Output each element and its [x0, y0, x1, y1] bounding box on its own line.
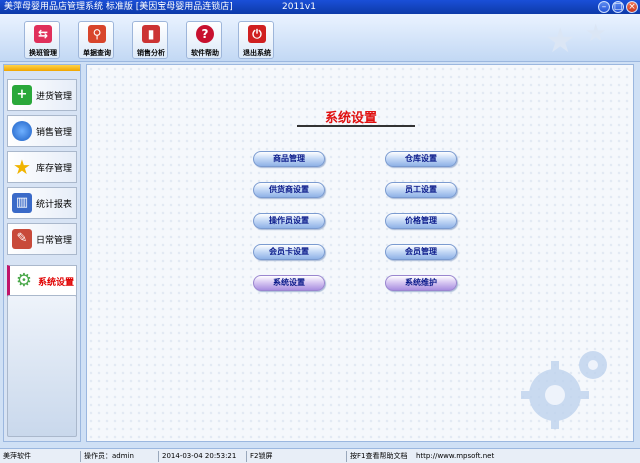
help-icon: ? — [196, 25, 214, 43]
status-bar: 美萍软件 操作员：admin 2014-03-04 20:53:21 F2锁屏 … — [0, 448, 640, 463]
toolbar-exit-button[interactable]: ⏻ 退出系统 — [238, 21, 274, 59]
sidebar-item-label: 销售管理 — [36, 128, 73, 138]
system-settings-button[interactable]: 系统设置 — [253, 275, 325, 291]
member-management-button[interactable]: 会员管理 — [385, 244, 457, 260]
toolbar-query-label: 单据查询 — [83, 49, 111, 57]
sidebar-item-label: 日常管理 — [36, 236, 73, 246]
sidebar-item-sales[interactable]: 销售管理 — [7, 115, 77, 147]
sidebar-empty-panel — [7, 295, 77, 437]
decor-star-icon: ★ — [585, 19, 607, 47]
sidebar-item-label: 统计报表 — [36, 200, 73, 210]
window-version: 2011v1 — [282, 2, 316, 12]
decor-gears-icon — [521, 351, 607, 429]
star-icon: ★ — [13, 155, 31, 179]
page-title: 系统设置 — [325, 111, 378, 126]
member-card-settings-button[interactable]: 会员卡设置 — [253, 244, 325, 260]
sidebar-item-label: 进货管理 — [36, 92, 73, 102]
status-app: 美萍软件 — [3, 452, 31, 460]
sidebar: + 进货管理 销售管理 ★ 库存管理 ▥ 统计报表 ✎ 日常管理 ⚙ 系统设置 — [3, 64, 81, 442]
gear-icon: ⚙ — [15, 270, 33, 291]
close-icon[interactable]: × — [626, 1, 638, 13]
toolbar-help-button[interactable]: ? 软件帮助 — [186, 21, 222, 59]
sidebar-item-label: 系统设置 — [38, 278, 75, 288]
power-icon: ⏻ — [248, 25, 266, 43]
sidebar-item-inventory[interactable]: ★ 库存管理 — [7, 151, 77, 183]
globe-icon — [12, 121, 32, 141]
tools-icon: ✎ — [12, 229, 32, 249]
status-lock: F2锁屏 — [250, 452, 273, 460]
operator-settings-button[interactable]: 操作员设置 — [253, 213, 325, 229]
sidebar-item-settings[interactable]: ⚙ 系统设置 — [7, 265, 77, 297]
status-help: 按F1查看帮助文档 — [350, 452, 408, 460]
product-management-button[interactable]: 商品管理 — [253, 151, 325, 167]
sidebar-item-purchase[interactable]: + 进货管理 — [7, 79, 77, 111]
status-url[interactable]: http://www.mpsoft.net — [416, 449, 494, 463]
minimize-icon[interactable]: – — [598, 1, 610, 13]
sidebar-item-reports[interactable]: ▥ 统计报表 — [7, 187, 77, 219]
sidebar-top-bar — [4, 65, 80, 71]
warehouse-settings-button[interactable]: 仓库设置 — [385, 151, 457, 167]
title-bar: 美萍母婴用品店管理系统 标准版 [美因宝母婴用品连锁店] 2011v1 – □ … — [0, 0, 640, 14]
price-management-button[interactable]: 价格管理 — [385, 213, 457, 229]
main-panel: 系统设置 商品管理 供货商设置 操作员设置 会员卡设置 系统设置 仓库设置 员工… — [86, 64, 634, 442]
toolbar: ⇆ 换班管理 ⚲ 单据查询 ▮ 销售分析 ? 软件帮助 ⏻ 退出系统 ★ ★ — [0, 14, 640, 62]
employee-settings-button[interactable]: 员工设置 — [385, 182, 457, 198]
maximize-icon[interactable]: □ — [612, 1, 624, 13]
window-title: 美萍母婴用品店管理系统 标准版 [美因宝母婴用品连锁店] — [4, 2, 233, 12]
toolbar-analysis-label: 销售分析 — [137, 49, 165, 57]
toolbar-exit-label: 退出系统 — [243, 49, 271, 57]
decor-star-icon: ★ — [545, 21, 576, 61]
toolbar-shift-button[interactable]: ⇆ 换班管理 — [24, 21, 60, 59]
toolbar-shift-label: 换班管理 — [29, 49, 57, 57]
report-icon: ▥ — [12, 193, 32, 213]
status-datetime: 2014-03-04 20:53:21 — [162, 452, 237, 460]
sidebar-item-label: 库存管理 — [36, 164, 73, 174]
toolbar-query-button[interactable]: ⚲ 单据查询 — [78, 21, 114, 59]
bar-chart-icon: ▮ — [142, 25, 160, 43]
toolbar-help-label: 软件帮助 — [191, 49, 219, 57]
status-operator: 操作员：admin — [84, 452, 134, 460]
toolbar-analysis-button[interactable]: ▮ 销售分析 — [132, 21, 168, 59]
magnifier-icon: ⚲ — [88, 25, 106, 43]
shift-handover-icon: ⇆ — [34, 25, 52, 43]
plus-icon: + — [12, 85, 32, 105]
sidebar-item-daily[interactable]: ✎ 日常管理 — [7, 223, 77, 255]
title-underline — [297, 125, 415, 127]
supplier-settings-button[interactable]: 供货商设置 — [253, 182, 325, 198]
system-maintenance-button[interactable]: 系统维护 — [385, 275, 457, 291]
